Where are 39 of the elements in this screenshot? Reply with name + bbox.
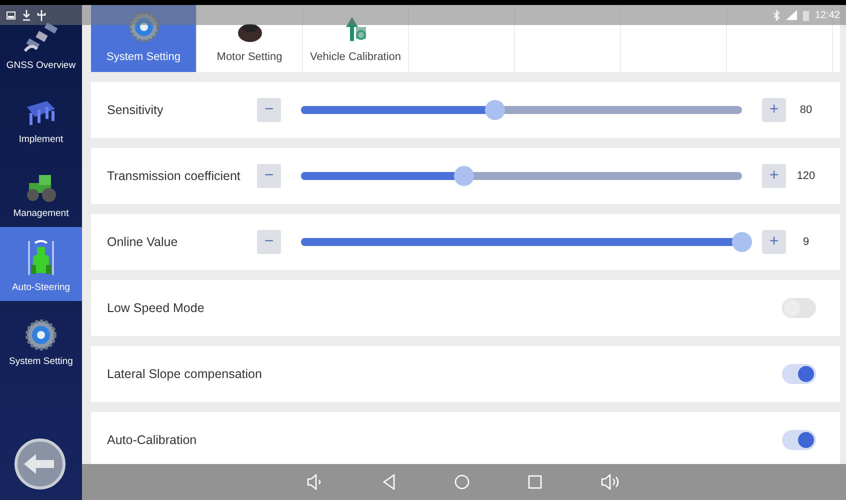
- back-icon[interactable]: [382, 474, 396, 490]
- minus-button[interactable]: −: [257, 98, 281, 122]
- setting-label: Auto-Calibration: [107, 432, 197, 449]
- plus-button[interactable]: +: [762, 230, 786, 254]
- setting-value: 9: [802, 234, 810, 250]
- recent-apps-icon[interactable]: [528, 475, 542, 489]
- setting-label: Transmission coefficient: [107, 168, 242, 185]
- gear-icon: [128, 10, 160, 42]
- toggle-switch[interactable]: [782, 364, 816, 384]
- sidebar-item[interactable]: System Setting: [0, 301, 82, 375]
- plus-button[interactable]: +: [762, 98, 786, 122]
- setting-label: Lateral Slope compensation: [107, 366, 262, 383]
- satellite-icon: [23, 22, 59, 55]
- setting-value: 120: [796, 168, 816, 184]
- sidebar-item[interactable]: Auto-Steering: [0, 227, 82, 301]
- slider-thumb[interactable]: [485, 100, 506, 120]
- setting-label: Sensitivity: [107, 102, 164, 119]
- tab[interactable]: System Setting: [91, 5, 197, 72]
- slider-thumb[interactable]: [454, 166, 474, 186]
- slider-thumb[interactable]: [732, 232, 752, 252]
- minus-button[interactable]: −: [257, 230, 281, 254]
- gear-icon: [25, 318, 57, 351]
- download-icon: [22, 10, 31, 20]
- sidebar-item[interactable]: Management: [0, 153, 82, 227]
- minus-button[interactable]: −: [257, 164, 281, 188]
- sidebar-item[interactable]: Implement: [0, 79, 82, 153]
- bluetooth-icon: [772, 10, 780, 20]
- toggle-switch[interactable]: [782, 298, 816, 318]
- setting-label: Low Speed Mode: [107, 300, 204, 317]
- plus-button[interactable]: +: [762, 164, 786, 188]
- setting-label: Online Value: [107, 234, 179, 251]
- home-icon[interactable]: [454, 474, 470, 490]
- image-icon: [6, 10, 16, 20]
- status-time: 12:42: [814, 8, 840, 22]
- toggle-switch[interactable]: [782, 430, 816, 450]
- sidebar-item[interactable]: GNSS Overview: [0, 5, 82, 79]
- usb-icon: [37, 10, 46, 20]
- signal-icon: [786, 10, 797, 20]
- setting-value: 80: [798, 102, 814, 118]
